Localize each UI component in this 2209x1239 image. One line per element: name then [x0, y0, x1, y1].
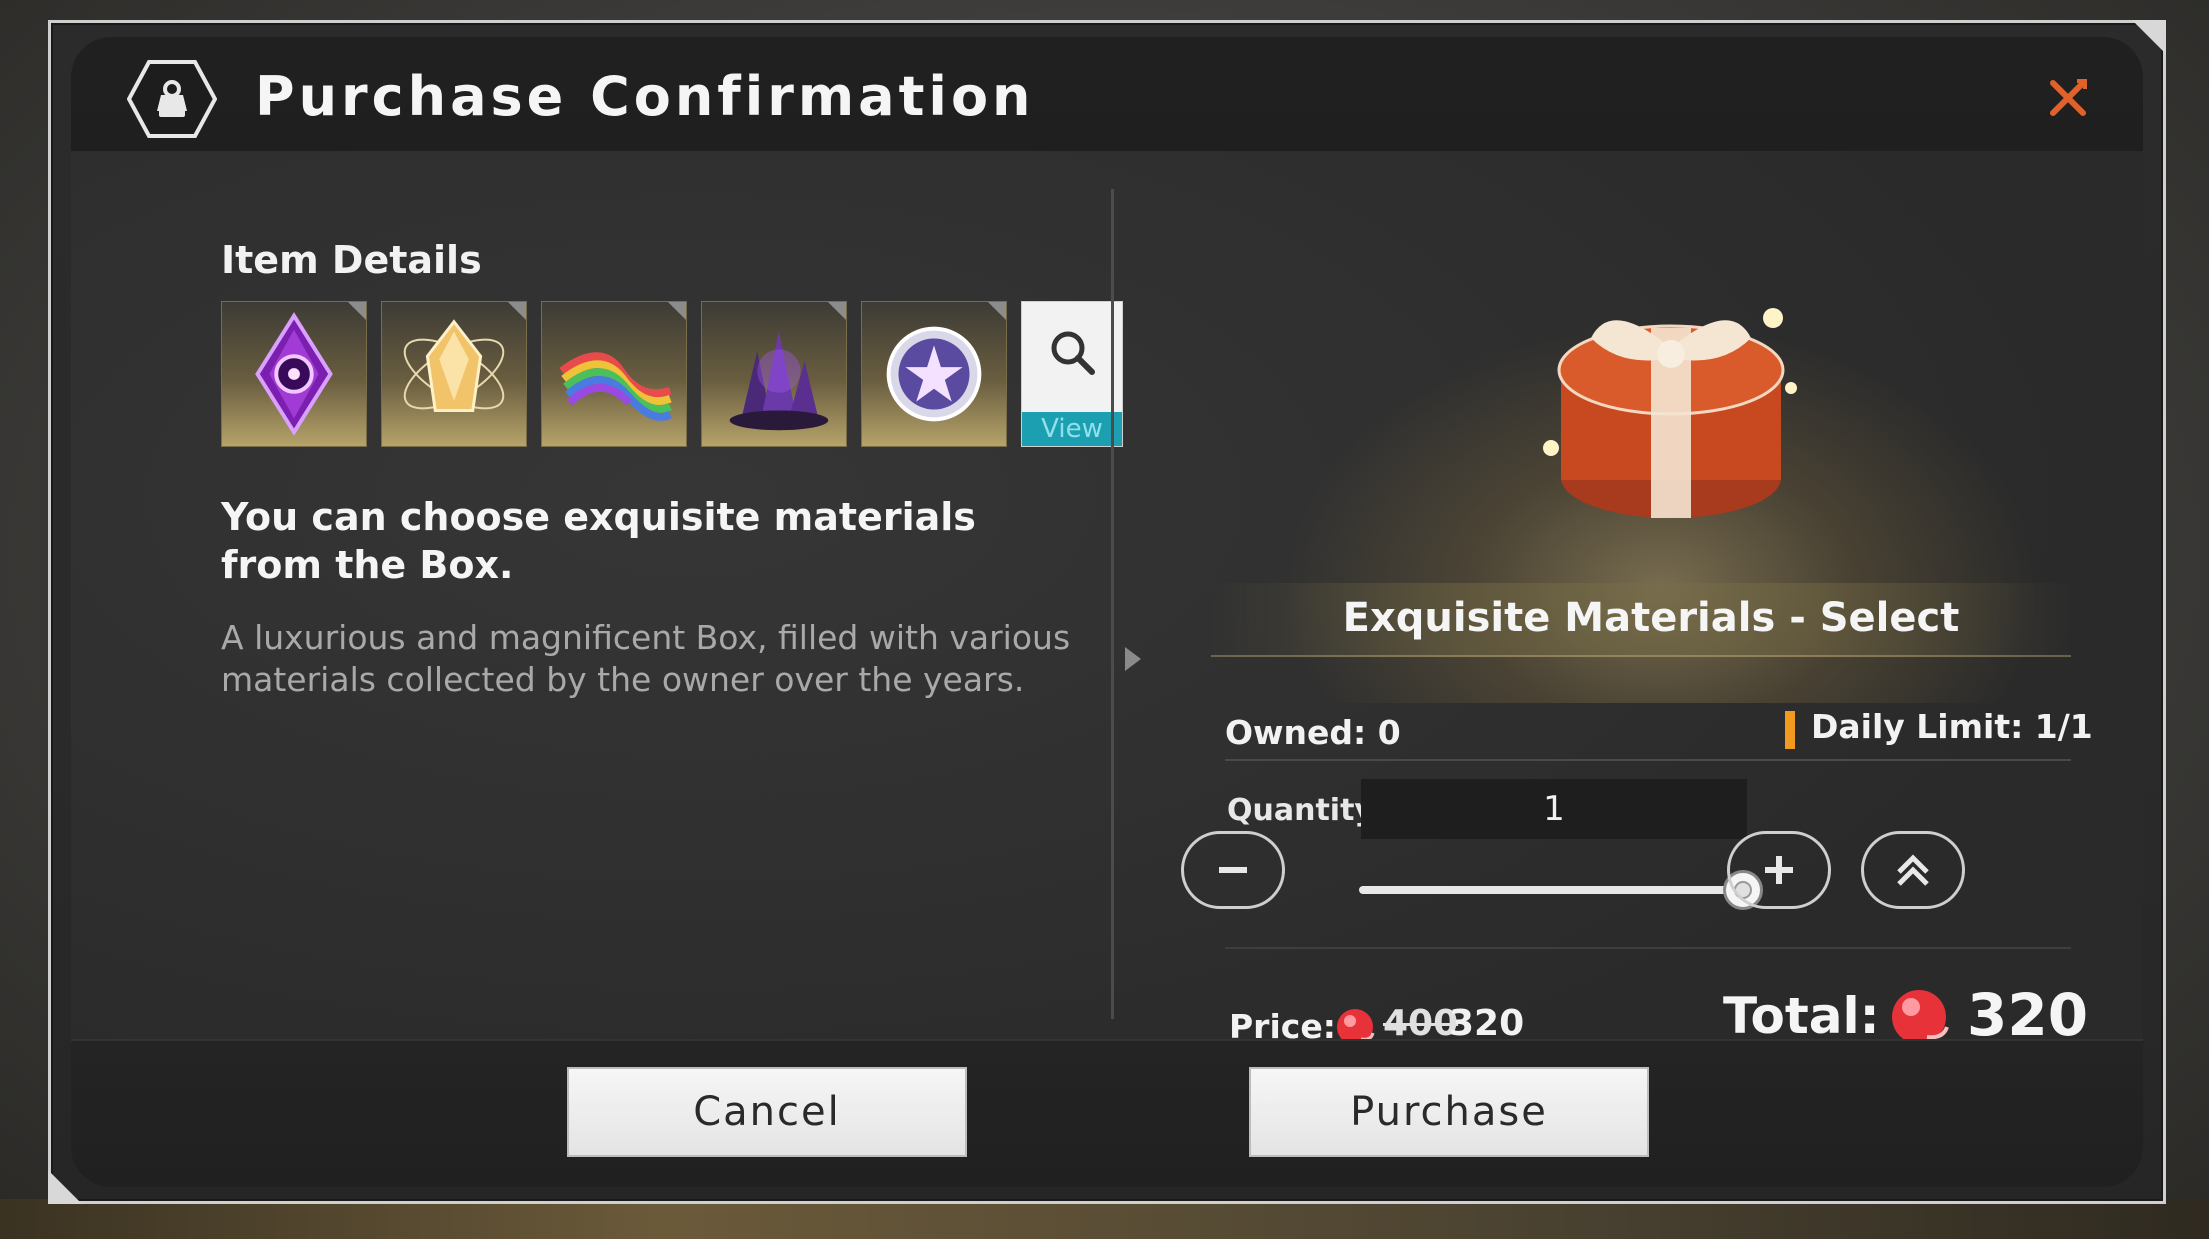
total-label: Total: — [1723, 987, 1880, 1045]
corner-decoration — [2132, 20, 2166, 54]
purchase-dialog: Purchase Confirmation Item Details View … — [48, 20, 2166, 1204]
original-price: 400 — [1383, 1003, 1459, 1044]
dialog-title: Purchase Confirmation — [255, 65, 1035, 128]
max-quantity-button[interactable] — [1861, 831, 1965, 909]
separator — [1225, 759, 2071, 761]
item-slot-4[interactable] — [701, 301, 847, 447]
quantity-input[interactable] — [1361, 779, 1747, 839]
search-icon — [1051, 331, 1095, 375]
dialog-header: Purchase Confirmation — [71, 37, 2143, 151]
product-name: Exquisite Materials - Select — [1342, 595, 1960, 641]
minus-icon — [1219, 867, 1247, 873]
gift-box-icon — [1543, 308, 1797, 518]
amber-crystal-icon — [403, 319, 505, 412]
view-button[interactable]: View — [1021, 301, 1123, 447]
close-icon[interactable] — [2047, 77, 2089, 119]
owned-count: Owned: 0 — [1225, 713, 1401, 752]
rainbow-ribbon-icon — [559, 352, 673, 421]
plus-icon — [1765, 856, 1793, 884]
background-strip — [0, 1199, 2209, 1239]
double-chevron-up-icon — [1897, 854, 1929, 886]
dark-crystal-cluster-icon — [729, 331, 829, 431]
quantity-label: Quantity — [1227, 793, 1374, 828]
item-slot-1[interactable] — [221, 301, 367, 447]
decrease-button[interactable] — [1181, 831, 1285, 909]
arrow-right-icon — [1125, 647, 1141, 671]
item-slot-2[interactable] — [381, 301, 527, 447]
increase-button[interactable] — [1727, 831, 1831, 909]
item-description: You can choose exquisite materials from … — [221, 495, 976, 587]
cancel-button[interactable]: Cancel — [567, 1067, 967, 1157]
limit-marker — [1785, 711, 1795, 749]
separator — [1225, 947, 2071, 949]
item-slot-5[interactable] — [861, 301, 1007, 447]
star-orb-icon — [886, 326, 982, 422]
purple-eye-gem-icon — [255, 312, 333, 436]
discounted-price: 320 — [1449, 1003, 1525, 1044]
corner-decoration — [48, 1170, 82, 1204]
item-list: View — [221, 301, 1123, 447]
daily-limit: Daily Limit: 1/1 — [1811, 707, 2093, 746]
panel-divider — [1111, 189, 1114, 1019]
view-label: View — [1022, 412, 1122, 446]
item-flavor-text: A luxurious and magnificent Box, filled … — [221, 618, 1071, 699]
purchase-button[interactable]: Purchase — [1249, 1067, 1649, 1157]
item-slot-3[interactable] — [541, 301, 687, 447]
shop-bag-icon — [127, 60, 217, 138]
item-details-heading: Item Details — [221, 238, 482, 282]
dialog-footer: Cancel Purchase — [71, 1039, 2143, 1187]
quantity-slider-track[interactable] — [1359, 886, 1743, 894]
